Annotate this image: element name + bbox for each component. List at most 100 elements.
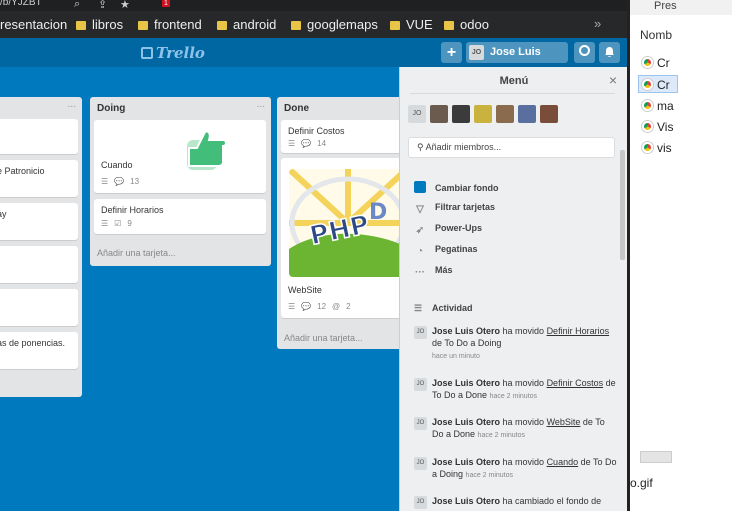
close-icon[interactable]: × [609,72,617,88]
description-icon: ☰ [101,177,109,186]
member-avatar[interactable] [474,105,492,123]
card-badges: ☰ 💬 12 @2 [288,302,351,311]
sticker-icon: ◔ [416,246,424,257]
add-members-button[interactable]: ⚲ Añadir miembros... [408,137,615,158]
add-card-button[interactable]: Añadir una tarjeta... [97,248,176,258]
folder-icon [291,21,301,30]
more-icon: ··· [415,267,425,278]
info-button[interactable] [574,42,595,63]
bookmark-vue[interactable]: VUE [390,17,433,32]
list-done: Done Definir Costos ☰ 💬 14 PHP D WebSite ☰… [277,97,417,349]
list-menu-button[interactable]: ... [68,99,76,110]
bookmark-presentacion[interactable]: resentacion [0,17,67,32]
comment-icon: 💬 [301,302,312,311]
activity-card-link[interactable]: Cuando [547,457,579,467]
php-cover-image: PHP D [289,169,407,277]
file-item[interactable]: vis [642,141,672,155]
card-definir-horarios[interactable]: Definir Horarios ☰ ☑ 9 [94,199,266,234]
bookmark-frontend[interactable]: frontend [138,17,202,32]
add-button[interactable]: + [441,42,462,63]
member-avatar[interactable] [540,105,558,123]
trello-board-icon [141,47,153,59]
bookmark-libros[interactable]: libros [76,17,123,32]
menu-scrollbar[interactable] [620,150,625,260]
search-icon[interactable]: ⌕ [74,0,80,11]
activity-card-link[interactable]: WebSite [547,417,581,427]
horizontal-scrollbar[interactable] [640,451,672,463]
search-icon: ⚲ [417,142,426,152]
avatar: JO [414,326,427,339]
add-card-button[interactable]: Añadir una tarjeta... [284,333,363,343]
list-item[interactable]: ay [0,203,78,240]
card-title: Cuando [101,160,133,170]
comment-icon: 💬 [114,177,125,186]
description-icon: ☰ [288,302,296,311]
list-item[interactable] [0,119,78,154]
card-title: WebSite [288,285,322,295]
card-cuando[interactable]: Cuando ☰ 💬 13 [94,120,266,193]
folder-icon [444,21,454,30]
activity-icon: ☰ [414,303,423,313]
activity-card-link[interactable]: Definir Costos [547,378,604,388]
list-title[interactable]: Doing [97,103,125,114]
trello-logo[interactable]: Trello [141,44,205,62]
list-title[interactable]: Done [284,103,309,114]
bookmark-android[interactable]: android [217,17,276,32]
member-avatar[interactable] [496,105,514,123]
member-avatar[interactable]: JO [408,105,426,123]
menu-item-filtrar[interactable]: ▽ Filtrar tarjetas [414,202,495,216]
name-column-header[interactable]: Nomb [640,28,672,42]
avatar: JO [414,417,427,430]
activity-card-link[interactable]: Definir Horarios [547,326,610,336]
trello-header: Trello + JO Jose Luis Otero [0,38,627,79]
menu-item-power-ups[interactable]: ➶ Power-Ups [414,223,482,237]
folder-icon [390,21,400,30]
chrome-icon [642,57,653,68]
menu-item-mas[interactable]: ··· Más [414,265,453,279]
folder-icon [76,21,86,30]
user-menu-button[interactable]: JO Jose Luis Otero [466,42,568,79]
file-explorer-window: Pres Nomb Cr Cr ma Vis vis o.gif [627,0,732,511]
comment-icon: 💬 [301,139,312,148]
bookmarks-more-button[interactable]: » [594,16,601,31]
bookmark-odoo[interactable]: odoo [444,17,489,32]
member-avatar[interactable] [430,105,448,123]
list-doing: Doing ... Cuando ☰ 💬 13 Definir Horarios ☰… [90,97,271,266]
member-avatar[interactable] [518,105,536,123]
address-bar-url[interactable]: /b/YJZBT [0,0,42,8]
bookmark-googlemaps[interactable]: googlemaps [291,17,378,32]
menu-item-pegatinas[interactable]: ◔ Pegatinas [414,244,478,258]
chrome-icon [642,121,653,132]
extension-badge: 1 [162,0,170,7]
menu-item-cambiar-fondo[interactable]: Cambiar fondo [414,181,499,193]
browser-toolbar: /b/YJZBT ⌕ ⇪ ★ 1 [0,0,627,11]
list-menu-button[interactable]: ... [257,99,265,110]
file-item[interactable]: Cr [642,78,670,92]
list-item[interactable] [0,289,78,326]
color-square-icon [414,181,426,193]
card-website[interactable]: PHP D WebSite ☰ 💬 12 @2 [281,158,413,318]
file-item[interactable]: Cr [642,56,670,70]
chrome-icon [642,100,653,111]
file-item[interactable]: Vis [642,120,673,134]
list-item[interactable] [0,246,78,283]
notifications-button[interactable] [599,42,620,63]
checklist-icon: ☑ [114,219,122,228]
svg-text:D: D [369,200,387,225]
filter-icon: ▽ [416,204,424,215]
avatar: JO [414,378,427,391]
card-definir-costos[interactable]: Definir Costos ☰ 💬 14 [281,120,413,153]
file-item[interactable]: ma [642,99,674,113]
board-menu-panel: Menú × JO ⚲ Añadir miembros... Cambiar f… [399,67,627,511]
folder-icon [138,21,148,30]
avatar: JO [469,45,484,60]
info-icon [579,45,590,56]
card-title: Definir Horarios [101,205,164,215]
star-icon[interactable]: ★ [120,0,130,11]
list-item[interactable]: e Patronicio [0,160,78,197]
member-avatar[interactable] [452,105,470,123]
share-icon[interactable]: ⇪ [98,0,107,11]
bell-icon [605,47,614,57]
list-item[interactable]: as de ponencias. [0,332,78,369]
bookmarks-bar: resentacion libros frontend android goog… [0,11,627,38]
